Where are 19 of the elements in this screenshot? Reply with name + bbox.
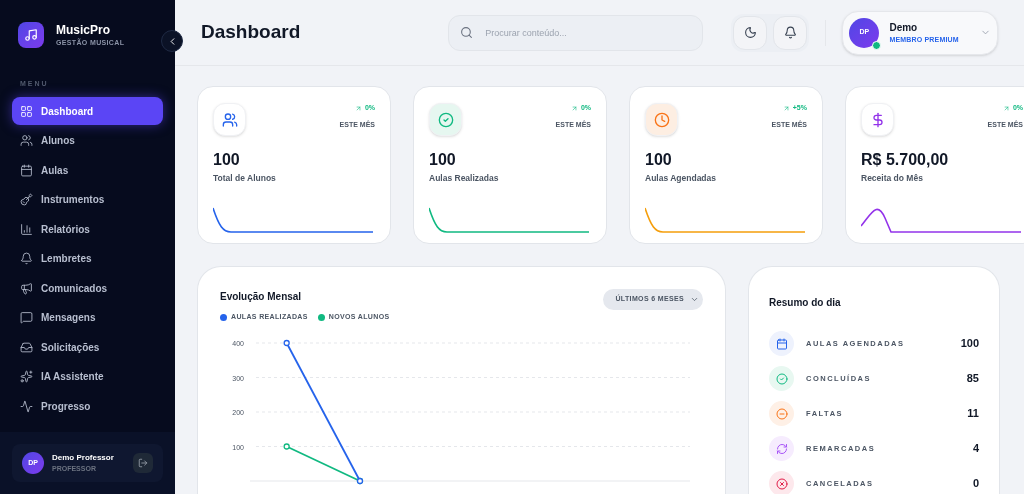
user-name: Demo [889,20,918,35]
stat-value: 100 [213,150,241,170]
stat-value: R$ 5.700,00 [861,150,950,170]
summary-value: 11 [967,406,979,422]
page-title: Dashboard [201,20,302,45]
stat-label: Aulas Agendadas [645,172,717,185]
app-name: MusicPro [56,22,111,38]
summary-value: 85 [966,371,979,387]
stat-label: Receita do Mês [861,172,924,185]
stat-value: 100 [645,150,673,170]
stat-label: Total de Alunos [213,172,277,185]
stat-value: 100 [429,150,457,170]
summary-value: 100 [960,336,979,352]
user-name: Demo Professor [52,451,115,464]
summary-value: 4 [972,441,979,457]
stat-label: Aulas Realizadas [429,172,500,185]
summary-value: 0 [972,476,979,492]
summary-title: Resumo do dia [769,297,841,308]
chart-title: Evolução Mensal [220,290,303,304]
